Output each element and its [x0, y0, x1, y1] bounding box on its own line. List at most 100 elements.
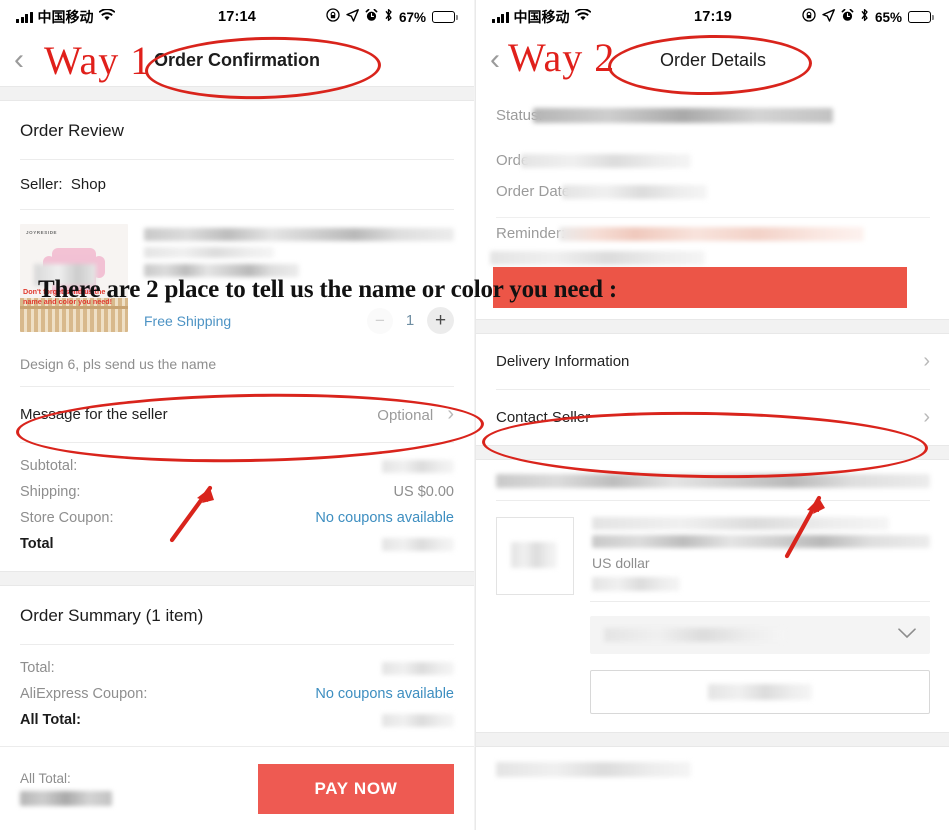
order-detail-block: Status: Orde Order Date Reminder:: [476, 86, 949, 273]
status-left-group: 中国移动: [492, 7, 591, 27]
alarm-clock-icon: [365, 8, 378, 26]
battery-icon: [432, 11, 458, 23]
blurred-status-value: [532, 108, 833, 123]
product-description: Design 6, pls send us the name: [20, 356, 217, 372]
message-for-seller-label: Message for the seller: [20, 406, 168, 423]
detail-row-order-date: Order Date: [496, 176, 930, 207]
blurred-reminder-second-line: [490, 250, 705, 265]
quantity-stepper[interactable]: − 1 +: [367, 307, 454, 334]
status-right-group: 67%: [326, 8, 458, 26]
chevron-right-icon: ›: [923, 350, 930, 372]
blurred-order-no-value: [521, 153, 692, 168]
chevron-down-icon: [898, 626, 916, 644]
message-for-seller-row[interactable]: Message for the seller Optional ›: [20, 387, 454, 442]
alarm-clock-icon: [841, 8, 854, 26]
delivery-information-label: Delivery Information: [496, 353, 630, 370]
summary-row-all-total: All Total:: [20, 707, 454, 733]
aliexpress-coupon-value[interactable]: No coupons available: [315, 686, 454, 702]
back-chevron-icon[interactable]: ‹: [14, 45, 24, 75]
price-breakdown: Subtotal: Shipping: US $0.00 Store Coupo…: [20, 443, 454, 571]
chevron-right-icon: ›: [923, 406, 930, 428]
location-arrow-icon: [822, 8, 835, 26]
store-coupon-value[interactable]: No coupons available: [315, 510, 454, 526]
item-info: US dollar: [592, 517, 930, 595]
message-optional-text: Optional: [377, 407, 434, 424]
seller-label: Seller:: [20, 176, 63, 193]
chevron-right-icon: ›: [447, 403, 454, 425]
pay-total-label: All Total:: [20, 771, 71, 786]
detail-row-reminder[interactable]: Reminder:: [496, 218, 930, 249]
annotation-headline: There are 2 place to tell us the name or…: [38, 276, 618, 303]
left-status-bar: 中国移动 17:14 67%: [0, 0, 474, 34]
pay-bar-total: All Total:: [20, 771, 112, 806]
section-gap: [476, 319, 949, 334]
message-for-seller-value: Optional ›: [377, 403, 454, 426]
right-footer-card: [476, 747, 949, 793]
bluetooth-icon: [384, 8, 393, 26]
quantity-plus-button[interactable]: +: [427, 307, 454, 334]
blurred-summary-total: [382, 661, 454, 675]
way-1-label: Way 1: [44, 38, 152, 83]
status-left-group: 中国移动: [16, 7, 115, 27]
item-secondary-button[interactable]: [590, 670, 930, 714]
summary-row-coupon: AliExpress Coupon: No coupons available: [20, 681, 454, 707]
summary-row-total: Total:: [20, 655, 454, 681]
wifi-icon: [574, 8, 591, 25]
item-thumbnail[interactable]: [496, 517, 574, 595]
right-item-card: US dollar: [476, 460, 949, 732]
location-arrow-icon: [346, 8, 359, 26]
product-meta: Free Shipping − 1 +: [144, 307, 454, 334]
detail-row-status: Status:: [496, 100, 930, 131]
rotation-lock-icon: [802, 8, 816, 26]
quantity-minus-button[interactable]: −: [367, 307, 393, 334]
right-phone-screenshot: 中国移动 17:19 65% ‹ Order Details Status: O…: [475, 0, 949, 830]
section-gap: [476, 445, 949, 460]
comparison-screenshot: 中国移动 17:14 67% ‹ Order Confirmation Orde…: [0, 0, 949, 830]
section-gap: [476, 732, 949, 747]
battery-percent-label: 65%: [874, 9, 902, 25]
footer-row: [496, 747, 930, 793]
right-link-list: Delivery Information › Contact Seller ›: [476, 334, 949, 445]
price-row-subtotal: Subtotal:: [20, 453, 454, 479]
shipping-value: US $0.00: [393, 484, 454, 500]
battery-icon: [908, 11, 934, 23]
blurred-reminder-value: [559, 226, 865, 241]
store-row[interactable]: [496, 460, 930, 500]
page-title: Order Confirmation: [153, 49, 320, 70]
order-review-card: Order Review Seller: Shop JOYRESIDE Don'…: [0, 101, 474, 571]
blurred-store-name: [496, 473, 930, 488]
way-2-label: Way 2: [508, 35, 616, 80]
carrier-label: 中国移动: [37, 9, 94, 25]
back-chevron-icon[interactable]: ‹: [490, 45, 500, 75]
blurred-button-label: [708, 684, 812, 700]
item-row[interactable]: US dollar: [496, 501, 930, 601]
blurred-all-total: [382, 713, 454, 727]
order-date-label: Order Date: [496, 183, 571, 200]
blurred-item-variant: [592, 535, 930, 549]
right-status-bar: 中国移动 17:19 65%: [476, 0, 949, 34]
divider: [590, 601, 930, 602]
free-shipping-label: Free Shipping: [144, 312, 232, 329]
item-actions: [496, 616, 930, 714]
order-summary-title: Order Summary (1 item): [20, 606, 204, 625]
shipping-label: Shipping:: [20, 484, 81, 500]
order-review-title: Order Review: [20, 121, 124, 140]
store-coupon-label: Store Coupon:: [20, 510, 114, 526]
reminder-label: Reminder:: [496, 225, 566, 242]
order-summary-lines: Total: AliExpress Coupon: No coupons ava…: [20, 645, 454, 749]
blurred-pay-total-value: [20, 791, 112, 806]
seller-name[interactable]: Shop: [71, 176, 106, 193]
delivery-information-row[interactable]: Delivery Information ›: [496, 334, 930, 389]
blurred-order-date-value: [562, 184, 708, 199]
contact-seller-row[interactable]: Contact Seller ›: [496, 390, 930, 445]
detail-row-order-no: Orde: [496, 145, 930, 176]
price-row-shipping: Shipping: US $0.00: [20, 479, 454, 505]
subtotal-label: Subtotal:: [20, 458, 78, 474]
currency-label: US dollar: [592, 555, 650, 572]
brand-watermark: JOYRESIDE: [26, 230, 58, 235]
item-option-dropdown[interactable]: [590, 616, 930, 654]
pay-now-button[interactable]: PAY NOW: [258, 763, 454, 814]
summary-total-label: Total:: [20, 660, 55, 676]
signal-icon: [492, 11, 509, 23]
blurred-item-price: [592, 577, 680, 592]
